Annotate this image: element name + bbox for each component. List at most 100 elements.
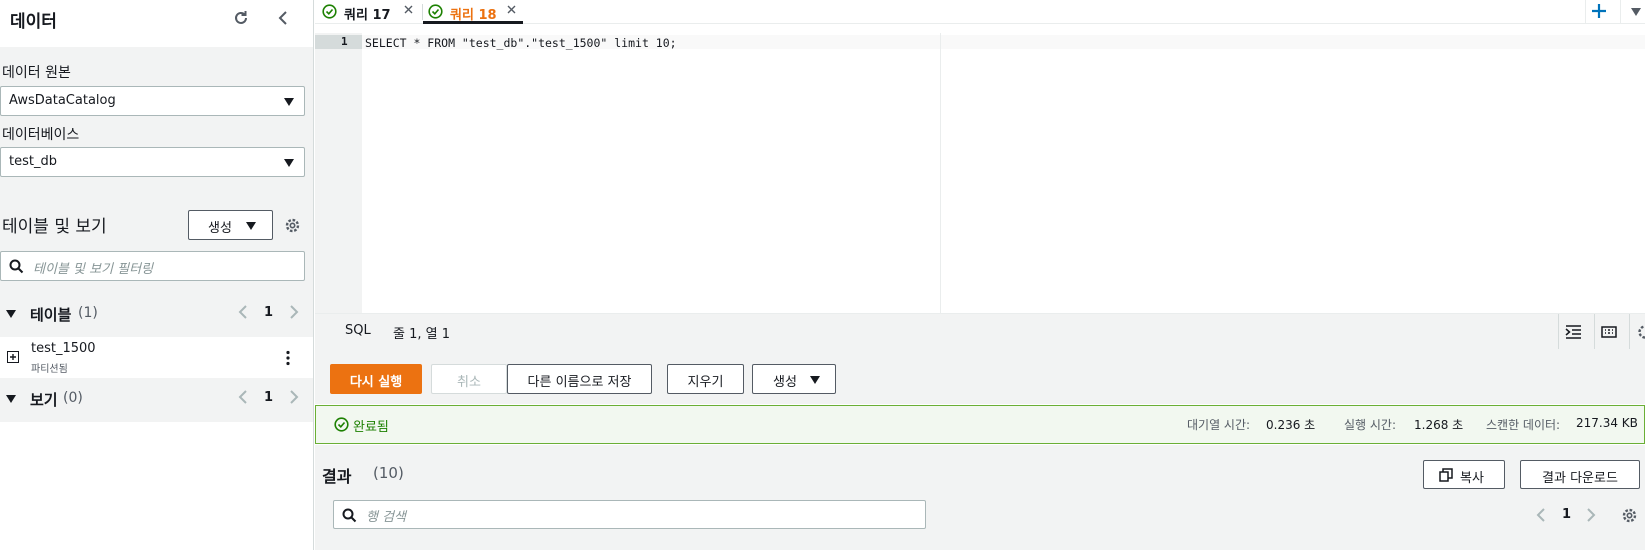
run-again-label: 다시 실행: [349, 375, 403, 390]
download-results-label: 결과 다운로드: [1542, 471, 1618, 486]
save-as-label: 다른 이름으로 저장: [527, 375, 632, 390]
search-icon: [9, 259, 24, 274]
results-page-number[interactable]: 1: [1562, 507, 1571, 522]
sql-code-line[interactable]: SELECT * FROM "test_db"."test_1500" limi…: [365, 36, 677, 50]
results-panel: 결과 (10) 복사 결과 다운로드 행 검색 1: [315, 445, 1645, 550]
tab-label: 쿼리 17: [344, 8, 391, 23]
tabbar-divider: [1620, 0, 1621, 24]
tables-group-header[interactable]: 테이블 (1) 1: [0, 298, 313, 338]
settings-icon[interactable]: [1621, 507, 1638, 524]
caret-down-icon: [6, 395, 16, 403]
views-page-number[interactable]: 1: [264, 390, 273, 405]
row-search-input[interactable]: 행 검색: [333, 500, 926, 529]
editor-status-bar: SQL 줄 1, 열 1: [315, 313, 1645, 350]
create-dropdown-button[interactable]: 생성: [752, 364, 836, 394]
success-check-icon: [428, 4, 443, 19]
filter-placeholder: 테이블 및 보기 필터링: [33, 262, 154, 277]
caret-down-icon: [284, 98, 294, 106]
line-gutter: [315, 33, 362, 313]
results-count: (10): [373, 464, 404, 482]
tabs-menu-caret-icon[interactable]: [1631, 8, 1641, 16]
next-page-icon[interactable]: [288, 303, 300, 321]
tab-query-17[interactable]: 쿼리 17: [320, 0, 420, 24]
database-value: test_db: [9, 154, 57, 169]
sql-editor[interactable]: 1 SELECT * FROM "test_db"."test_1500" li…: [315, 33, 1645, 313]
add-tab-icon[interactable]: [1591, 3, 1607, 19]
cancel-button[interactable]: 취소: [431, 364, 507, 394]
keyboard-icon[interactable]: [1601, 324, 1617, 340]
caret-down-icon: [246, 222, 256, 230]
run-again-button[interactable]: 다시 실행: [330, 364, 422, 394]
copy-label: 복사: [1460, 471, 1484, 486]
success-check-icon: [334, 417, 349, 432]
cursor-position: 줄 1, 열 1: [393, 327, 450, 342]
row-search-placeholder: 행 검색: [366, 510, 407, 525]
views-count: (0): [63, 390, 83, 406]
next-page-icon[interactable]: [1585, 506, 1597, 524]
queue-time-value: 0.236 초: [1266, 418, 1316, 432]
database-label: 데이터베이스: [2, 127, 80, 143]
query-editor-main: 쿼리 17 쿼리 18 1 SELECT * FROM "test_db"."t…: [315, 0, 1645, 550]
tables-views-title: 테이블 및 보기: [2, 217, 107, 237]
save-as-button[interactable]: 다른 이름으로 저장: [507, 364, 652, 394]
caret-down-icon: [810, 376, 820, 384]
prev-page-icon[interactable]: [237, 388, 249, 406]
data-sidebar: 데이터 데이터 원본 AwsDataCatalog 데이터베이스 test_db…: [0, 0, 314, 550]
scanned-data-value: 217.34 KB: [1576, 416, 1638, 430]
query-tab-bar: 쿼리 17 쿼리 18: [315, 0, 1645, 24]
completion-status: 완료됨: [353, 420, 389, 435]
tab-label: 쿼리 18: [450, 8, 497, 23]
prev-page-icon[interactable]: [1535, 506, 1547, 524]
close-tab-icon[interactable]: [403, 4, 414, 15]
tables-count: (1): [78, 305, 98, 321]
views-label: 보기: [30, 391, 58, 409]
statusbar-divider: [1558, 314, 1559, 350]
database-select[interactable]: test_db: [0, 147, 305, 177]
print-margin: [940, 33, 941, 313]
search-icon: [342, 508, 357, 523]
data-source-label: 데이터 원본: [2, 65, 71, 81]
line-number: 1: [341, 35, 348, 48]
clear-button[interactable]: 지우기: [667, 364, 744, 394]
table-item[interactable]: test_1500 파티션됨: [0, 338, 313, 378]
copy-button[interactable]: 복사: [1423, 460, 1505, 489]
scanned-data-label: 스캔한 데이터:: [1486, 418, 1561, 432]
collapse-panel-icon[interactable]: [276, 9, 290, 27]
format-query-icon[interactable]: [1565, 324, 1582, 340]
caret-down-icon: [284, 159, 294, 167]
close-tab-icon[interactable]: [506, 4, 517, 15]
clear-label: 지우기: [687, 375, 724, 390]
results-title: 결과: [322, 467, 352, 486]
more-options-icon[interactable]: [285, 350, 291, 366]
download-results-button[interactable]: 결과 다운로드: [1520, 460, 1640, 489]
next-page-icon[interactable]: [288, 388, 300, 406]
tables-page-number[interactable]: 1: [264, 305, 273, 320]
active-line-marker: [315, 35, 362, 49]
data-source-select[interactable]: AwsDataCatalog: [0, 86, 305, 116]
statusbar-divider: [1594, 314, 1595, 350]
settings-icon[interactable]: [1637, 324, 1645, 340]
caret-down-icon: [6, 310, 16, 318]
tab-query-18[interactable]: 쿼리 18: [423, 0, 523, 24]
prev-page-icon[interactable]: [237, 303, 249, 321]
statusbar-divider: [1629, 314, 1630, 350]
run-time-value: 1.268 초: [1414, 418, 1464, 432]
queue-time-label: 대기열 시간:: [1187, 418, 1251, 432]
refresh-icon[interactable]: [232, 9, 250, 27]
settings-icon[interactable]: [284, 217, 301, 234]
query-completed-banner: 완료됨 대기열 시간: 0.236 초 실행 시간: 1.268 초 스캔한 데…: [315, 405, 1645, 444]
table-name: test_1500: [31, 341, 96, 356]
table-partition-badge: 파티션됨: [31, 364, 68, 375]
success-check-icon: [322, 4, 337, 19]
views-group-header[interactable]: 보기 (0) 1: [0, 378, 313, 422]
create-dropdown-button[interactable]: 생성: [188, 210, 273, 240]
create-button-label: 생성: [208, 221, 232, 236]
expand-plus-icon[interactable]: [7, 351, 19, 363]
query-actions-bar: 다시 실행 취소 다른 이름으로 저장 지우기 생성: [315, 349, 1645, 404]
run-time-label: 실행 시간:: [1344, 418, 1397, 432]
language-indicator: SQL: [345, 323, 371, 338]
tables-label: 테이블: [30, 306, 72, 324]
tables-filter-input[interactable]: 테이블 및 보기 필터링: [0, 251, 305, 281]
create-label: 생성: [773, 375, 797, 390]
data-source-value: AwsDataCatalog: [9, 93, 116, 108]
